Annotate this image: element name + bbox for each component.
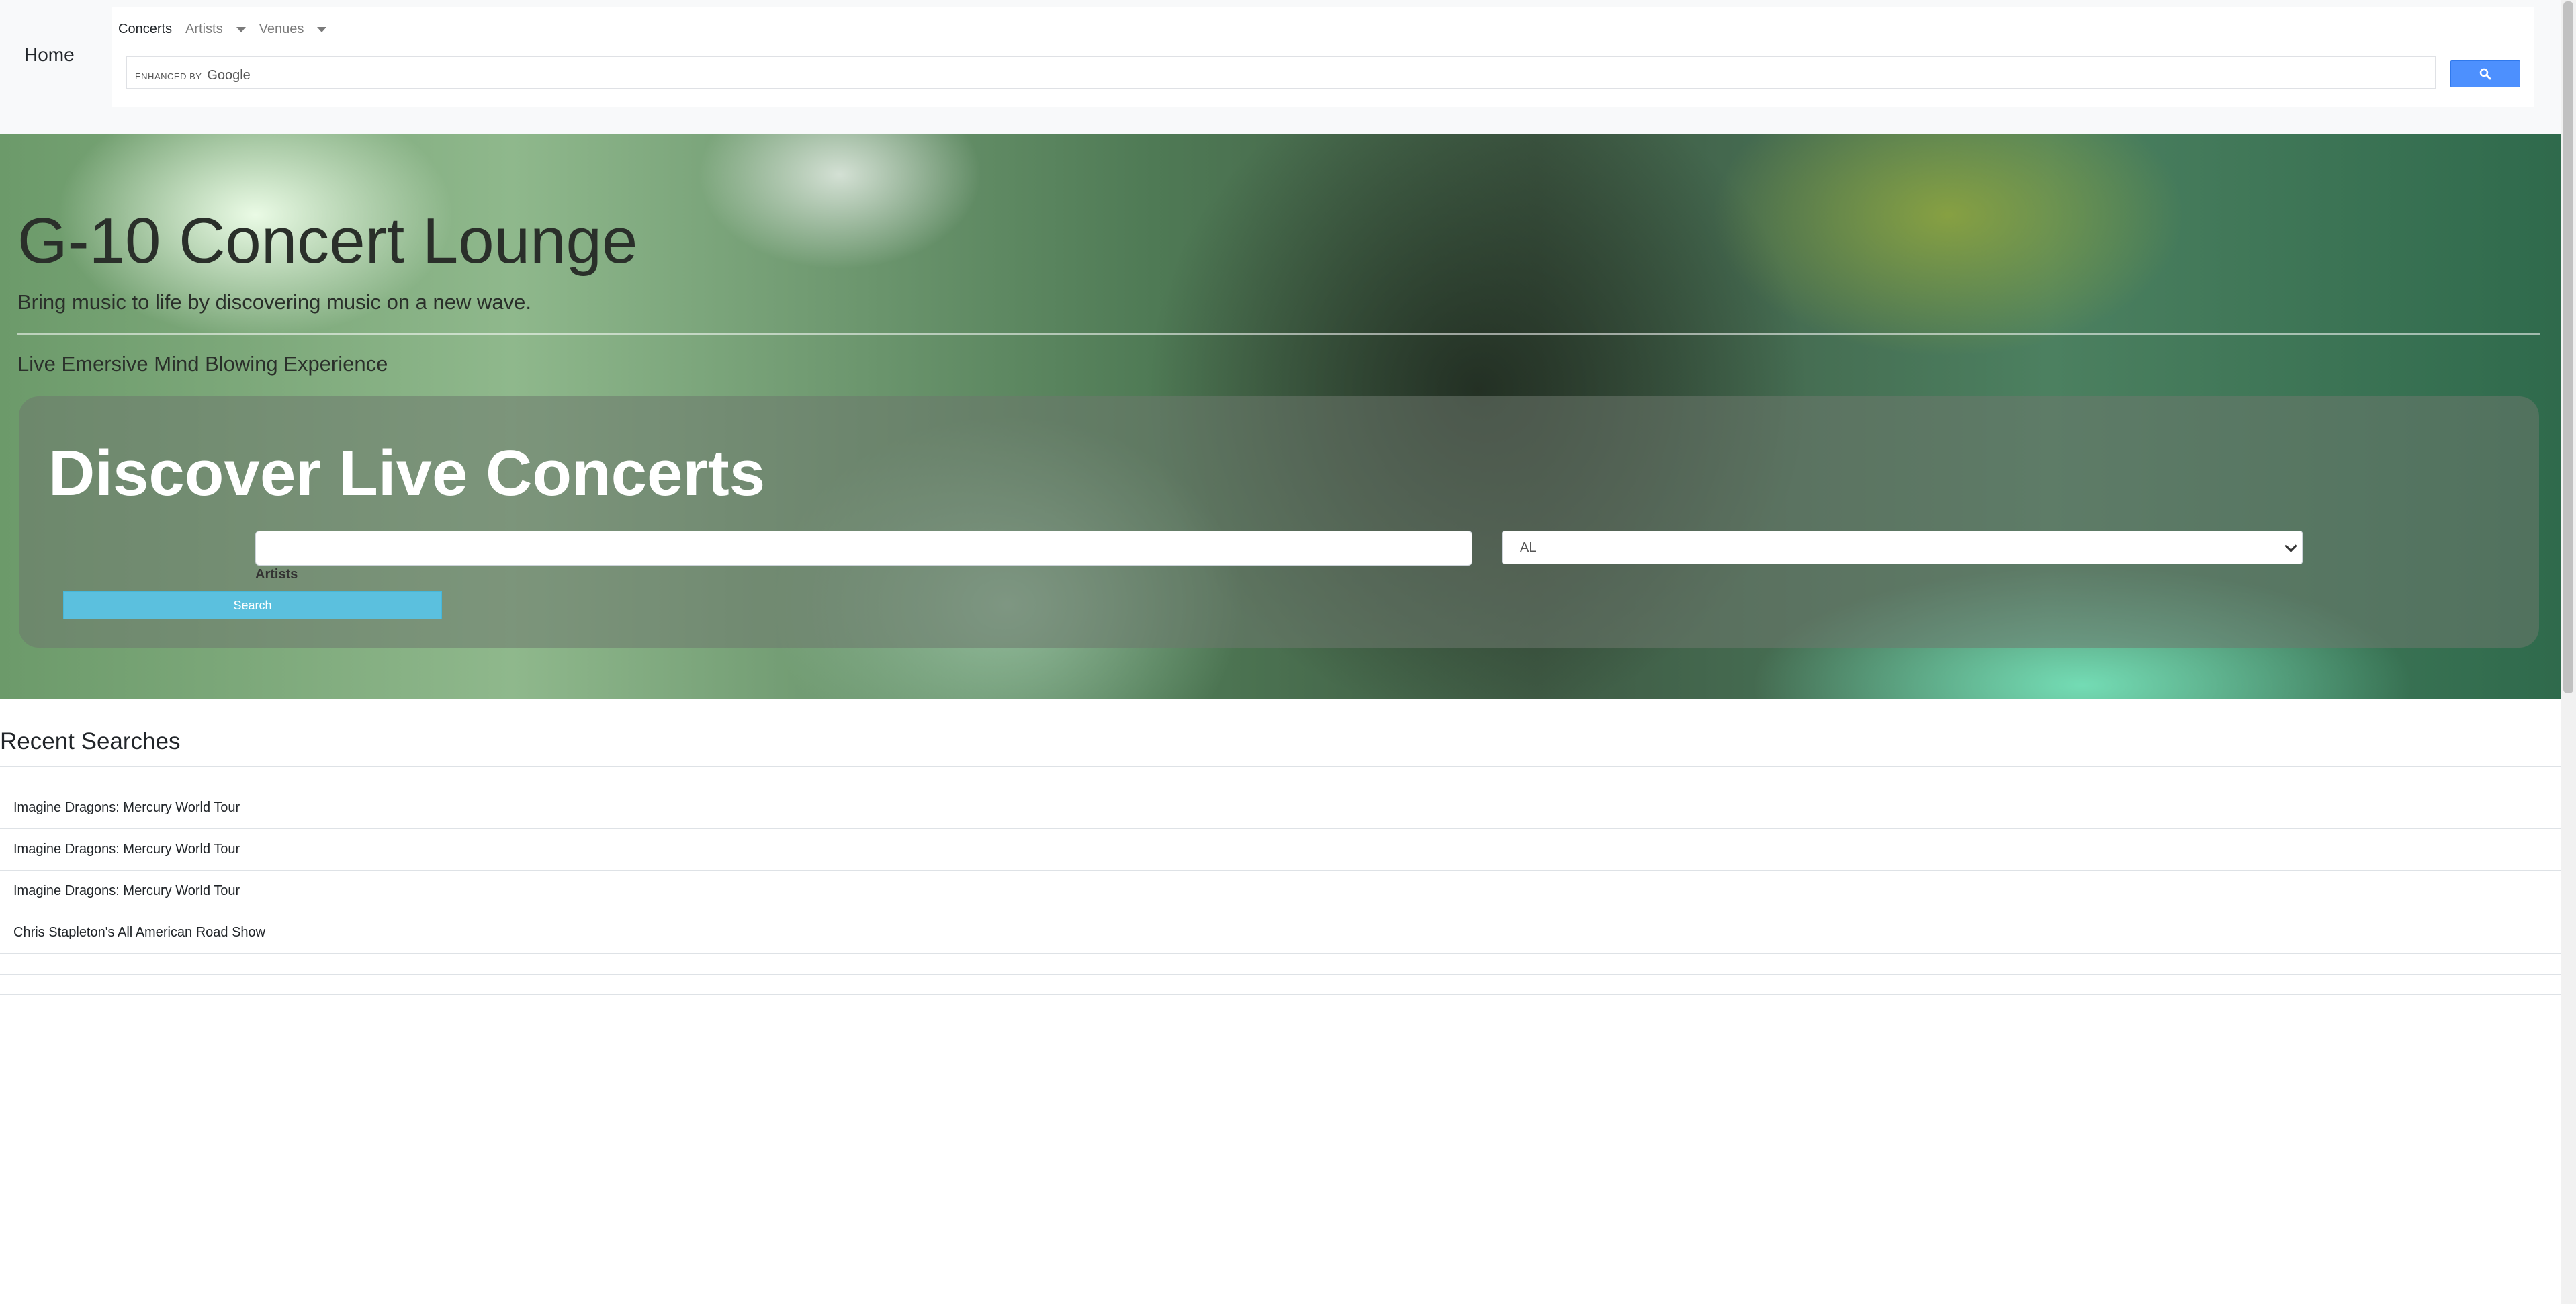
recent-searches-list: Imagine Dragons: Mercury World Tour Imag… xyxy=(0,766,2561,995)
google-logo: Google xyxy=(207,68,251,83)
nav-links: Concerts Artists Venues xyxy=(118,21,340,37)
list-item[interactable]: Imagine Dragons: Mercury World Tour xyxy=(0,870,2561,912)
navbar: Home Concerts Artists Venues ENHANCED BY… xyxy=(0,0,2561,134)
artist-input-label: Artists xyxy=(255,567,298,582)
google-search-input[interactable]: ENHANCED BY Google xyxy=(126,56,2436,89)
enhanced-by-text: ENHANCED BY xyxy=(135,71,202,81)
google-search-button[interactable] xyxy=(2450,60,2520,87)
nav-item-venues-dropdown[interactable]: Venues xyxy=(259,21,327,37)
list-item[interactable] xyxy=(0,766,2561,787)
artist-search-input[interactable] xyxy=(255,531,1472,566)
list-item[interactable]: Imagine Dragons: Mercury World Tour xyxy=(0,787,2561,828)
state-select-value: AL xyxy=(1520,540,1537,555)
recent-searches-title: Recent Searches xyxy=(0,728,181,754)
nav-item-label: Venues xyxy=(259,21,304,36)
scrollbar-thumb[interactable] xyxy=(2563,1,2573,693)
page-title: G-10 Concert Lounge xyxy=(17,205,638,277)
list-item[interactable] xyxy=(0,953,2561,974)
list-item[interactable] xyxy=(0,974,2561,995)
hero-tagline: Live Emersive Mind Blowing Experience xyxy=(17,352,388,376)
hero-jumbotron: G-10 Concert Lounge Bring music to life … xyxy=(0,134,2561,699)
divider xyxy=(17,333,2540,335)
nav-container: Concerts Artists Venues ENHANCED BY Goog… xyxy=(112,7,2534,107)
hero-lead: Bring music to life by discovering music… xyxy=(17,290,531,314)
nav-item-label: Artists xyxy=(185,21,223,36)
page-scrollbar[interactable] xyxy=(2561,0,2576,1304)
concert-search-panel: Discover Live Concerts Artists AL Search xyxy=(19,396,2539,648)
search-button[interactable]: Search xyxy=(63,591,442,619)
search-icon xyxy=(2479,68,2491,80)
chevron-down-icon xyxy=(2284,539,2297,552)
page: Home Concerts Artists Venues ENHANCED BY… xyxy=(0,0,2561,1304)
nav-item-concerts[interactable]: Concerts xyxy=(118,21,172,37)
panel-heading: Discover Live Concerts xyxy=(48,437,766,509)
google-branding: ENHANCED BY Google xyxy=(135,68,251,83)
nav-item-label: Concerts xyxy=(118,21,173,36)
list-item[interactable]: Imagine Dragons: Mercury World Tour xyxy=(0,828,2561,870)
caret-down-icon xyxy=(317,26,327,32)
home-link[interactable]: Home xyxy=(24,44,75,66)
list-item[interactable]: Chris Stapleton's All American Road Show xyxy=(0,912,2561,953)
nav-item-artists-dropdown[interactable]: Artists xyxy=(185,21,246,37)
caret-down-icon xyxy=(236,26,246,32)
state-select[interactable]: AL xyxy=(1502,531,2303,564)
